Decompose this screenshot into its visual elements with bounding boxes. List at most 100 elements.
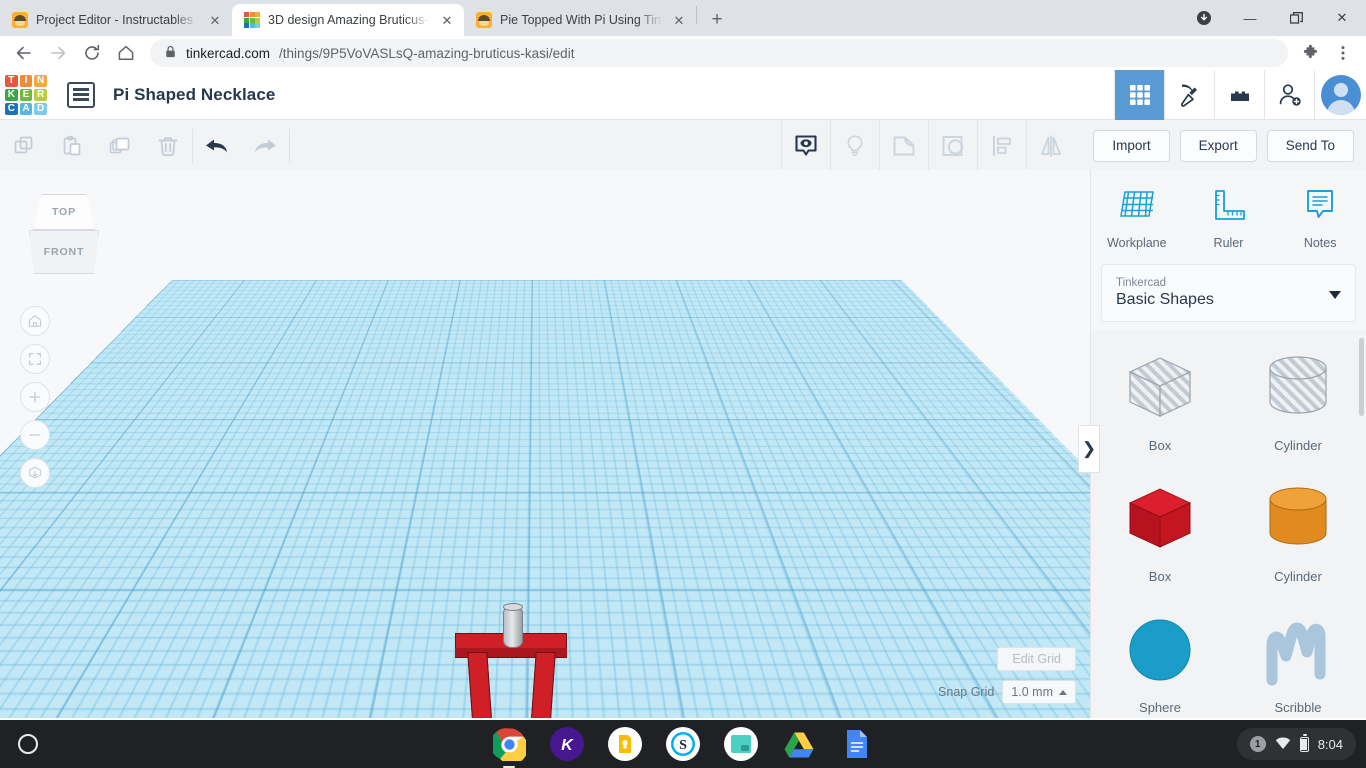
box-solid-icon xyxy=(1116,479,1204,559)
maximize-button[interactable] xyxy=(1274,2,1318,34)
home-button[interactable] xyxy=(110,37,142,69)
send-to-button[interactable]: Send To xyxy=(1266,129,1354,162)
redo-button[interactable] xyxy=(241,120,289,172)
home-view-button[interactable] xyxy=(20,306,50,336)
undo-button[interactable] xyxy=(193,120,241,172)
shape-label: Scribble xyxy=(1274,700,1322,715)
invite-person-icon[interactable] xyxy=(1264,69,1314,120)
ungroup-button[interactable] xyxy=(928,119,977,172)
view-cube-front-face[interactable]: FRONT xyxy=(29,230,99,274)
shape-item-box-hole[interactable]: Box xyxy=(1091,348,1229,453)
ruler-tool-label: Ruler xyxy=(1213,235,1244,250)
workplane-3d-scene[interactable]: Workplane xyxy=(0,170,1090,718)
lock-icon xyxy=(164,45,177,61)
cylinder-hole-shape[interactable] xyxy=(503,606,523,648)
forward-button[interactable] xyxy=(42,37,74,69)
skype-icon[interactable]: S xyxy=(666,727,700,761)
browser-tab[interactable]: 3D design Amazing Bruticus-Kasi ✕ xyxy=(232,4,464,36)
google-keep-icon[interactable] xyxy=(608,727,642,761)
delete-button[interactable] xyxy=(144,120,192,172)
pi-right-leg-shape[interactable] xyxy=(530,652,556,718)
shape-label: Cylinder xyxy=(1274,438,1322,453)
url-domain: tinkercad.com xyxy=(186,45,271,61)
ruler-icon xyxy=(1207,187,1249,230)
align-button[interactable] xyxy=(977,119,1026,172)
library-name-label: Basic Shapes xyxy=(1116,291,1214,308)
notes-tool[interactable]: Notes xyxy=(1281,187,1359,250)
snap-grid-select[interactable]: 1.0 mm xyxy=(1002,680,1076,704)
screen-app-icon[interactable] xyxy=(724,727,758,761)
tinkercad-logo-icon[interactable]: T I N K E R C A D xyxy=(3,73,49,117)
shape-item-box-solid[interactable]: Box xyxy=(1091,479,1229,584)
svg-text:K: K xyxy=(561,737,574,754)
view-cube-front-label: FRONT xyxy=(43,246,85,258)
codeblocks-hammer-icon[interactable] xyxy=(1164,69,1214,120)
mirror-button[interactable] xyxy=(1026,119,1075,172)
page-title[interactable]: Pi Shaped Necklace xyxy=(113,85,275,105)
zoom-out-button[interactable] xyxy=(20,420,50,450)
view-cube[interactable]: TOP FRONT xyxy=(25,194,103,276)
shape-list[interactable]: Box Cylinder Box Cylinder Sphere Scribbl… xyxy=(1091,330,1366,718)
cylinder-hole-icon xyxy=(1254,348,1342,428)
reload-button[interactable] xyxy=(76,37,108,69)
workplane-grid-icon xyxy=(1116,187,1158,230)
close-button[interactable]: ✕ xyxy=(1320,2,1364,34)
pi-shaped-necklace-model[interactable] xyxy=(455,600,575,718)
shape-list-scrollbar[interactable] xyxy=(1359,338,1364,416)
perspective-toggle-button[interactable] xyxy=(20,458,50,488)
view-cube-top-face[interactable]: TOP xyxy=(33,194,95,230)
shape-item-scribble[interactable]: Scribble xyxy=(1229,610,1366,715)
avatar[interactable] xyxy=(1314,69,1366,120)
import-button[interactable]: Import xyxy=(1093,129,1170,162)
new-tab-button[interactable]: + xyxy=(703,6,731,34)
shape-library-select[interactable]: Tinkercad Basic Shapes xyxy=(1101,264,1356,322)
fit-to-view-button[interactable] xyxy=(20,344,50,374)
minimize-button[interactable]: — xyxy=(1228,2,1272,34)
project-list-menu-icon[interactable] xyxy=(67,81,95,108)
back-button[interactable] xyxy=(8,37,40,69)
logo-tile: C xyxy=(5,102,18,115)
hint-bulb-button[interactable] xyxy=(830,119,879,172)
logo-tile: D xyxy=(34,102,47,115)
os-shelf: K S 1 8:04 xyxy=(0,720,1366,768)
chrome-icon[interactable] xyxy=(492,727,526,768)
close-icon[interactable]: ✕ xyxy=(438,11,456,29)
download-icon[interactable] xyxy=(1182,2,1226,34)
scribble-solid-icon xyxy=(1254,610,1342,690)
close-icon[interactable]: ✕ xyxy=(206,11,224,29)
editor-canvas[interactable]: Workplane TOP FRONT xyxy=(0,170,1090,718)
grid-apps-icon[interactable] xyxy=(1114,69,1164,120)
close-icon[interactable]: ✕ xyxy=(670,11,688,29)
duplicate-button[interactable] xyxy=(96,120,144,172)
collapse-panel-button[interactable]: ❯ xyxy=(1078,425,1100,473)
puzzle-icon[interactable] xyxy=(1296,38,1326,68)
logo-tile: I xyxy=(19,74,33,87)
group-button[interactable] xyxy=(879,119,928,172)
logo-tile: N xyxy=(34,74,47,87)
copy-button[interactable] xyxy=(0,120,48,172)
chevron-down-icon xyxy=(1329,291,1341,299)
browser-tab[interactable]: Project Editor - Instructables ✕ xyxy=(0,4,232,36)
browser-tab[interactable]: Pie Topped With Pi Using Tinkerc ✕ xyxy=(464,4,696,36)
pi-left-leg-shape[interactable] xyxy=(467,652,493,718)
address-bar[interactable]: tinkercad.com/things/9P5VoVASLsQ-amazing… xyxy=(150,39,1288,67)
show-hide-button[interactable] xyxy=(781,119,830,172)
shape-item-sphere-solid[interactable]: Sphere xyxy=(1091,610,1229,715)
workplane-tool[interactable]: Workplane xyxy=(1098,187,1176,250)
bricks-icon[interactable] xyxy=(1214,69,1264,120)
paste-button[interactable] xyxy=(48,120,96,172)
shape-item-cylinder-solid[interactable]: Cylinder xyxy=(1229,479,1366,584)
shape-item-cylinder-hole[interactable]: Cylinder xyxy=(1229,348,1366,453)
google-docs-icon[interactable] xyxy=(840,727,874,761)
shape-label: Cylinder xyxy=(1274,569,1322,584)
kahoot-icon[interactable]: K xyxy=(550,727,584,761)
zoom-in-button[interactable] xyxy=(20,382,50,412)
edit-grid-button[interactable]: Edit Grid xyxy=(997,647,1076,671)
kebab-menu-icon[interactable] xyxy=(1328,38,1358,68)
edit-tools-group xyxy=(0,120,290,172)
ruler-tool[interactable]: Ruler xyxy=(1189,187,1267,250)
browser-tab-title: Pie Topped With Pi Using Tinkerc xyxy=(500,13,662,27)
tinkercad-icon xyxy=(244,12,260,28)
google-drive-icon[interactable] xyxy=(782,727,816,761)
export-button[interactable]: Export xyxy=(1179,129,1257,162)
